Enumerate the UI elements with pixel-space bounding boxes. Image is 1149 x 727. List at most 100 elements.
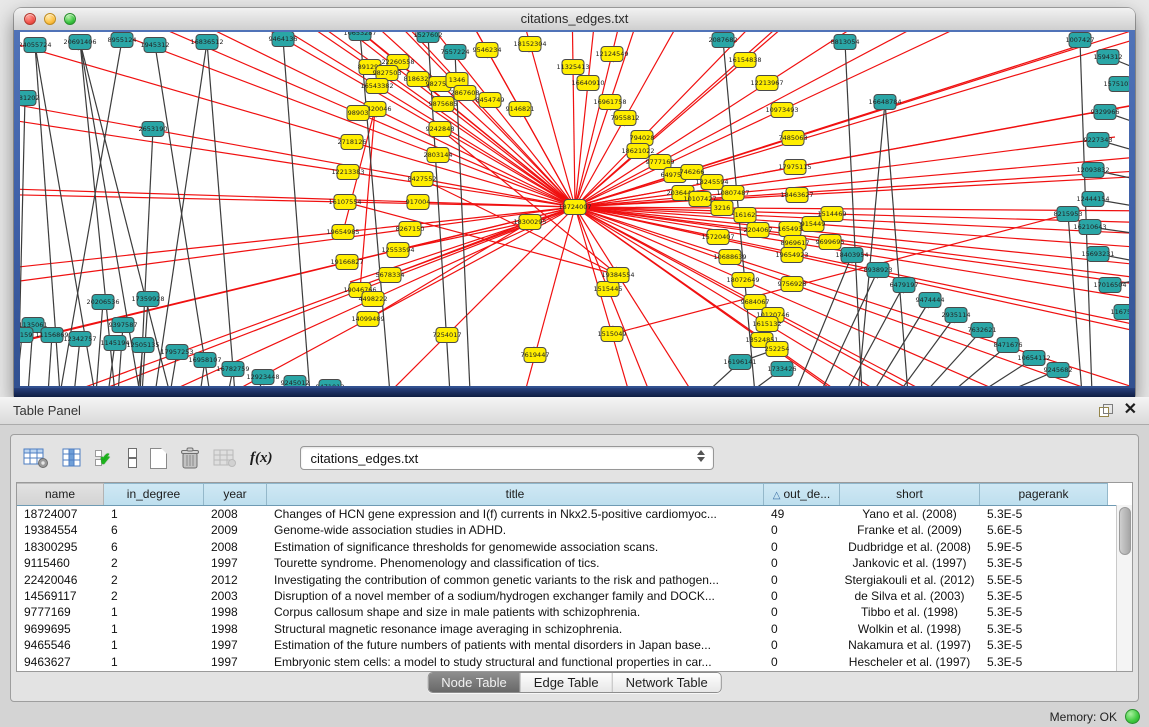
table-cell-in_degree[interactable]: 2 [104, 588, 204, 604]
table-row[interactable]: 946554611997Estimation of the future num… [17, 637, 1132, 653]
table-cell-pagerank[interactable]: 5.6E-5 [980, 522, 1108, 538]
table-cell-short[interactable]: Hescheler et al. (1997) [840, 654, 980, 670]
table-cell-pagerank[interactable]: 5.3E-5 [980, 654, 1108, 670]
table-cell-name[interactable]: 18300295 [17, 539, 104, 555]
table-cell-pagerank[interactable]: 5.3E-5 [980, 506, 1108, 522]
table-row[interactable]: 1456911722003Disruption of a novel membe… [17, 588, 1132, 604]
table-cell-name[interactable]: 22420046 [17, 572, 104, 588]
table-cell-title[interactable]: Changes of HCN gene expression and I(f) … [267, 506, 764, 522]
table-cell-out_degree[interactable]: 0 [764, 572, 840, 588]
table-cell-year[interactable]: 2008 [204, 539, 267, 555]
table-cell-short[interactable]: Yano et al. (2008) [840, 506, 980, 522]
table-cell-title[interactable]: Tourette syndrome. Phenomenology and cla… [267, 555, 764, 571]
close-window-button[interactable] [24, 13, 36, 25]
minimize-window-button[interactable] [44, 13, 56, 25]
table-cell-name[interactable]: 9699695 [17, 621, 104, 637]
table-cell-in_degree[interactable]: 2 [104, 572, 204, 588]
table-row[interactable]: 977716911998Corpus callosum shape and si… [17, 604, 1132, 620]
table-cell-out_degree[interactable]: 0 [764, 555, 840, 571]
table-cell-pagerank[interactable]: 5.9E-5 [980, 539, 1108, 555]
function-builder-button[interactable]: f(x) [250, 450, 273, 467]
table-cell-pagerank[interactable]: 5.5E-5 [980, 572, 1108, 588]
table-cell-title[interactable]: Genome-wide association studies in ADHD. [267, 522, 764, 538]
table-cell-short[interactable]: Tibbo et al. (1998) [840, 604, 980, 620]
column-header-out_degree[interactable]: △out_de... [764, 483, 840, 505]
table-cell-pagerank[interactable]: 5.3E-5 [980, 621, 1108, 637]
table-cell-year[interactable]: 1997 [204, 555, 267, 571]
table-cell-year[interactable]: 1997 [204, 654, 267, 670]
table-cell-out_degree[interactable]: 0 [764, 539, 840, 555]
table-cell-short[interactable]: Stergiakouli et al. (2012) [840, 572, 980, 588]
create-column-button[interactable] [150, 448, 167, 469]
table-cell-pagerank[interactable]: 5.3E-5 [980, 555, 1108, 571]
column-header-title[interactable]: title [267, 483, 764, 505]
network-canvas[interactable]: 1872400722260558891295982750381863281654… [20, 32, 1129, 386]
table-cell-year[interactable]: 2009 [204, 522, 267, 538]
table-cell-year[interactable]: 2003 [204, 588, 267, 604]
table-cell-name[interactable]: 19384554 [17, 522, 104, 538]
delete-column-button[interactable] [180, 447, 200, 470]
select-rows-button[interactable]: ✔✔ [95, 448, 115, 468]
table-row[interactable]: 946362711997Embryonic stem cells: a mode… [17, 654, 1132, 670]
table-cell-in_degree[interactable]: 6 [104, 522, 204, 538]
clear-selection-button[interactable] [128, 448, 137, 468]
table-cell-year[interactable]: 2008 [204, 506, 267, 522]
table-cell-name[interactable]: 9465546 [17, 637, 104, 653]
table-cell-name[interactable]: 9777169 [17, 604, 104, 620]
column-header-year[interactable]: year [204, 483, 267, 505]
zoom-window-button[interactable] [64, 13, 76, 25]
table-row[interactable]: 969969511998Structural magnetic resonanc… [17, 621, 1132, 637]
table-cell-title[interactable]: Disruption of a novel member of a sodium… [267, 588, 764, 604]
table-cell-title[interactable]: Estimation of significance thresholds fo… [267, 539, 764, 555]
table-cell-in_degree[interactable]: 1 [104, 637, 204, 653]
table-cell-short[interactable]: Jankovic et al. (1997) [840, 555, 980, 571]
table-vertical-scrollbar[interactable] [1116, 505, 1132, 671]
table-cell-in_degree[interactable]: 1 [104, 654, 204, 670]
show-column-button[interactable] [62, 447, 82, 469]
table-cell-pagerank[interactable]: 5.3E-5 [980, 588, 1108, 604]
table-cell-title[interactable]: Corpus callosum shape and size in male p… [267, 604, 764, 620]
table-settings-button[interactable] [23, 447, 49, 469]
table-cell-out_degree[interactable]: 0 [764, 637, 840, 653]
table-cell-year[interactable]: 1998 [204, 604, 267, 620]
tab-network-table[interactable]: Network Table [613, 673, 721, 692]
import-table-button[interactable] [213, 448, 237, 468]
table-cell-out_degree[interactable]: 0 [764, 654, 840, 670]
column-header-pagerank[interactable]: pagerank [980, 483, 1108, 505]
column-header-name[interactable]: name [17, 483, 104, 505]
table-row[interactable]: 1872400712008Changes of HCN gene express… [17, 506, 1132, 522]
table-cell-name[interactable]: 9115460 [17, 555, 104, 571]
table-cell-in_degree[interactable]: 1 [104, 604, 204, 620]
table-cell-out_degree[interactable]: 0 [764, 621, 840, 637]
column-header-short[interactable]: short [840, 483, 980, 505]
table-cell-in_degree[interactable]: 1 [104, 621, 204, 637]
tab-edge-table[interactable]: Edge Table [521, 673, 613, 692]
table-cell-out_degree[interactable]: 0 [764, 604, 840, 620]
table-cell-out_degree[interactable]: 49 [764, 506, 840, 522]
table-cell-name[interactable]: 18724007 [17, 506, 104, 522]
table-select-dropdown[interactable]: citations_edges.txt [300, 446, 714, 470]
table-cell-short[interactable]: Wolkin et al. (1998) [840, 621, 980, 637]
table-cell-name[interactable]: 14569117 [17, 588, 104, 604]
table-row[interactable]: 2242004622012Investigating the contribut… [17, 572, 1132, 588]
table-cell-year[interactable]: 2012 [204, 572, 267, 588]
table-cell-short[interactable]: Franke et al. (2009) [840, 522, 980, 538]
memory-status-indicator[interactable] [1125, 709, 1140, 724]
network-graph[interactable]: 1872400722260558891295982750381863281654… [20, 32, 1129, 386]
table-cell-title[interactable]: Structural magnetic resonance image aver… [267, 621, 764, 637]
table-cell-title[interactable]: Embryonic stem cells: a model to study s… [267, 654, 764, 670]
close-panel-icon[interactable]: ✕ [1124, 400, 1137, 420]
table-row[interactable]: 1830029562008Estimation of significance … [17, 539, 1132, 555]
table-cell-short[interactable]: de Silva et al. (2003) [840, 588, 980, 604]
table-cell-year[interactable]: 1998 [204, 621, 267, 637]
table-cell-year[interactable]: 1997 [204, 637, 267, 653]
scrollbar-thumb[interactable] [1119, 507, 1131, 555]
table-cell-in_degree[interactable]: 1 [104, 506, 204, 522]
table-row[interactable]: 911546021997Tourette syndrome. Phenomeno… [17, 555, 1132, 571]
float-panel-icon[interactable] [1099, 404, 1113, 417]
table-cell-pagerank[interactable]: 5.3E-5 [980, 604, 1108, 620]
table-cell-short[interactable]: Nakamura et al. (1997) [840, 637, 980, 653]
table-cell-in_degree[interactable]: 2 [104, 555, 204, 571]
table-row[interactable]: 1938455462009Genome-wide association stu… [17, 522, 1132, 538]
table-cell-title[interactable]: Investigating the contribution of common… [267, 572, 764, 588]
